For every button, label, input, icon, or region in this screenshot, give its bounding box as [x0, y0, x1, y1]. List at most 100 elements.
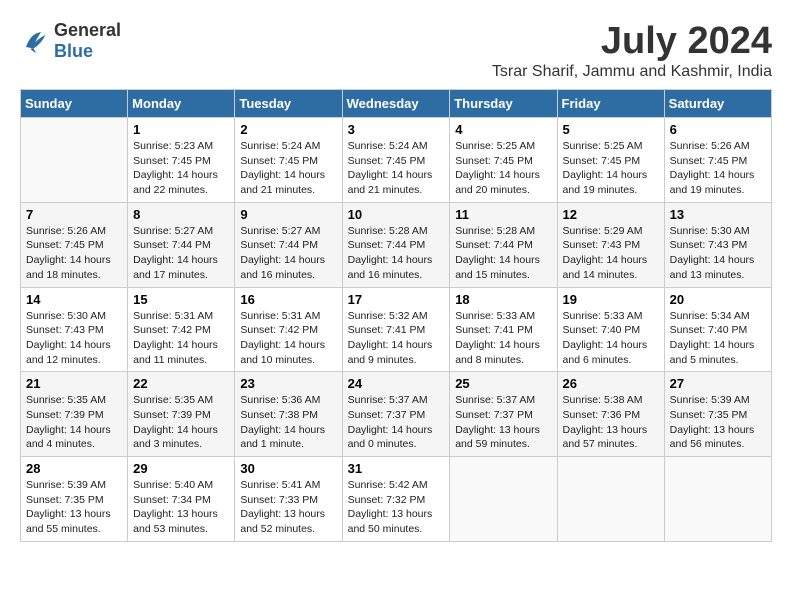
calendar-week-row: 7 Sunrise: 5:26 AM Sunset: 7:45 PM Daylig… [21, 202, 772, 287]
day-number: 14 [26, 292, 122, 307]
calendar-cell: 2Sunrise: 5:24 AM Sunset: 7:45 PM Daylig… [235, 118, 342, 203]
calendar-cell: 26 Sunrise: 5:38 AM Sunset: 7:36 PM Dayli… [557, 372, 664, 457]
calendar-body: 1 Sunrise: 5:23 AM Sunset: 7:45 PM Daylig… [21, 118, 772, 542]
logo: General Blue [20, 20, 121, 62]
day-info: Sunrise: 5:33 AM Sunset: 7:40 PM Dayligh… [563, 309, 659, 368]
calendar-cell: 16 Sunrise: 5:31 AM Sunset: 7:42 PM Dayli… [235, 287, 342, 372]
day-info: Sunrise: 5:23 AM Sunset: 7:45 PM Dayligh… [133, 139, 229, 198]
logo-text: General Blue [54, 20, 121, 62]
calendar-cell: 8Sunrise: 5:27 AM Sunset: 7:44 PM Daylig… [128, 202, 235, 287]
day-number: 31 [348, 461, 445, 476]
day-number: 22 [133, 376, 229, 391]
day-info: Sunrise: 5:27 AM Sunset: 7:44 PM Dayligh… [133, 224, 229, 283]
title-area: July 2024 Tsrar Sharif, Jammu and Kashmi… [492, 20, 772, 81]
day-number: 24 [348, 376, 445, 391]
calendar-cell: 9Sunrise: 5:27 AM Sunset: 7:44 PM Daylig… [235, 202, 342, 287]
calendar-week-row: 14 Sunrise: 5:30 AM Sunset: 7:43 PM Dayli… [21, 287, 772, 372]
calendar-cell: 28 Sunrise: 5:39 AM Sunset: 7:35 PM Dayli… [21, 457, 128, 542]
day-info: Sunrise: 5:40 AM Sunset: 7:34 PM Dayligh… [133, 478, 229, 537]
day-header-saturday: Saturday [664, 90, 771, 118]
day-info: Sunrise: 5:36 AM Sunset: 7:38 PM Dayligh… [240, 393, 336, 452]
day-header-monday: Monday [128, 90, 235, 118]
day-info: Sunrise: 5:42 AM Sunset: 7:32 PM Dayligh… [348, 478, 445, 537]
calendar-week-row: 21 Sunrise: 5:35 AM Sunset: 7:39 PM Dayli… [21, 372, 772, 457]
day-number: 18 [455, 292, 551, 307]
calendar-cell: 17 Sunrise: 5:32 AM Sunset: 7:41 PM Dayli… [342, 287, 450, 372]
calendar-cell: 24 Sunrise: 5:37 AM Sunset: 7:37 PM Dayli… [342, 372, 450, 457]
day-number: 19 [563, 292, 659, 307]
day-info: Sunrise: 5:29 AM Sunset: 7:43 PM Dayligh… [563, 224, 659, 283]
day-header-thursday: Thursday [450, 90, 557, 118]
calendar-cell: 22 Sunrise: 5:35 AM Sunset: 7:39 PM Dayli… [128, 372, 235, 457]
calendar-cell: 12 Sunrise: 5:29 AM Sunset: 7:43 PM Dayli… [557, 202, 664, 287]
day-info: Sunrise: 5:34 AM Sunset: 7:40 PM Dayligh… [670, 309, 766, 368]
day-number: 16 [240, 292, 336, 307]
day-number: 20 [670, 292, 766, 307]
calendar-cell [450, 457, 557, 542]
calendar-cell: 4Sunrise: 5:25 AM Sunset: 7:45 PM Daylig… [450, 118, 557, 203]
calendar-cell: 31 Sunrise: 5:42 AM Sunset: 7:32 PM Dayli… [342, 457, 450, 542]
calendar-cell: 5Sunrise: 5:25 AM Sunset: 7:45 PM Daylig… [557, 118, 664, 203]
day-info: Sunrise: 5:30 AM Sunset: 7:43 PM Dayligh… [26, 309, 122, 368]
day-number: 15 [133, 292, 229, 307]
day-info: Sunrise: 5:39 AM Sunset: 7:35 PM Dayligh… [670, 393, 766, 452]
calendar-cell: 15 Sunrise: 5:31 AM Sunset: 7:42 PM Dayli… [128, 287, 235, 372]
day-info: Sunrise: 5:31 AM Sunset: 7:42 PM Dayligh… [133, 309, 229, 368]
day-number: 17 [348, 292, 445, 307]
day-info: Sunrise: 5:39 AM Sunset: 7:35 PM Dayligh… [26, 478, 122, 537]
calendar-cell: 13 Sunrise: 5:30 AM Sunset: 7:43 PM Dayli… [664, 202, 771, 287]
day-info: Sunrise: 5:25 AM Sunset: 7:45 PM Dayligh… [563, 139, 659, 198]
day-number: 10 [348, 207, 445, 222]
calendar-cell: 20 Sunrise: 5:34 AM Sunset: 7:40 PM Dayli… [664, 287, 771, 372]
day-number: 26 [563, 376, 659, 391]
day-info: Sunrise: 5:28 AM Sunset: 7:44 PM Dayligh… [455, 224, 551, 283]
calendar-cell [557, 457, 664, 542]
day-info: Sunrise: 5:32 AM Sunset: 7:41 PM Dayligh… [348, 309, 445, 368]
day-header-sunday: Sunday [21, 90, 128, 118]
logo-icon [20, 26, 50, 56]
day-number: 13 [670, 207, 766, 222]
day-number: 12 [563, 207, 659, 222]
day-info: Sunrise: 5:31 AM Sunset: 7:42 PM Dayligh… [240, 309, 336, 368]
calendar-header-row: SundayMondayTuesdayWednesdayThursdayFrid… [21, 90, 772, 118]
day-number: 23 [240, 376, 336, 391]
header: General Blue July 2024 Tsrar Sharif, Jam… [20, 20, 772, 81]
calendar-cell [664, 457, 771, 542]
month-title: July 2024 [492, 20, 772, 63]
day-info: Sunrise: 5:35 AM Sunset: 7:39 PM Dayligh… [133, 393, 229, 452]
day-number: 9 [240, 207, 336, 222]
day-info: Sunrise: 5:38 AM Sunset: 7:36 PM Dayligh… [563, 393, 659, 452]
calendar-cell: 27Sunrise: 5:39 AM Sunset: 7:35 PM Dayli… [664, 372, 771, 457]
calendar-cell: 23 Sunrise: 5:36 AM Sunset: 7:38 PM Dayli… [235, 372, 342, 457]
day-number: 1 [133, 122, 229, 137]
day-number: 21 [26, 376, 122, 391]
day-info: Sunrise: 5:26 AM Sunset: 7:45 PM Dayligh… [26, 224, 122, 283]
calendar-cell: 10Sunrise: 5:28 AM Sunset: 7:44 PM Dayli… [342, 202, 450, 287]
calendar-cell: 1 Sunrise: 5:23 AM Sunset: 7:45 PM Daylig… [128, 118, 235, 203]
calendar-table: SundayMondayTuesdayWednesdayThursdayFrid… [20, 89, 772, 542]
day-number: 28 [26, 461, 122, 476]
day-info: Sunrise: 5:33 AM Sunset: 7:41 PM Dayligh… [455, 309, 551, 368]
location-title: Tsrar Sharif, Jammu and Kashmir, India [492, 63, 772, 81]
calendar-cell: 6Sunrise: 5:26 AM Sunset: 7:45 PM Daylig… [664, 118, 771, 203]
day-info: Sunrise: 5:41 AM Sunset: 7:33 PM Dayligh… [240, 478, 336, 537]
day-header-friday: Friday [557, 90, 664, 118]
calendar-cell: 30 Sunrise: 5:41 AM Sunset: 7:33 PM Dayli… [235, 457, 342, 542]
day-number: 3 [348, 122, 445, 137]
day-number: 25 [455, 376, 551, 391]
day-info: Sunrise: 5:37 AM Sunset: 7:37 PM Dayligh… [348, 393, 445, 452]
calendar-cell: 29 Sunrise: 5:40 AM Sunset: 7:34 PM Dayli… [128, 457, 235, 542]
day-info: Sunrise: 5:35 AM Sunset: 7:39 PM Dayligh… [26, 393, 122, 452]
day-info: Sunrise: 5:26 AM Sunset: 7:45 PM Dayligh… [670, 139, 766, 198]
day-number: 29 [133, 461, 229, 476]
calendar-cell: 21 Sunrise: 5:35 AM Sunset: 7:39 PM Dayli… [21, 372, 128, 457]
day-info: Sunrise: 5:30 AM Sunset: 7:43 PM Dayligh… [670, 224, 766, 283]
day-number: 30 [240, 461, 336, 476]
day-info: Sunrise: 5:37 AM Sunset: 7:37 PM Dayligh… [455, 393, 551, 452]
day-info: Sunrise: 5:25 AM Sunset: 7:45 PM Dayligh… [455, 139, 551, 198]
calendar-cell: 19 Sunrise: 5:33 AM Sunset: 7:40 PM Dayli… [557, 287, 664, 372]
day-header-tuesday: Tuesday [235, 90, 342, 118]
day-number: 7 [26, 207, 122, 222]
calendar-cell [21, 118, 128, 203]
calendar-cell: 11Sunrise: 5:28 AM Sunset: 7:44 PM Dayli… [450, 202, 557, 287]
